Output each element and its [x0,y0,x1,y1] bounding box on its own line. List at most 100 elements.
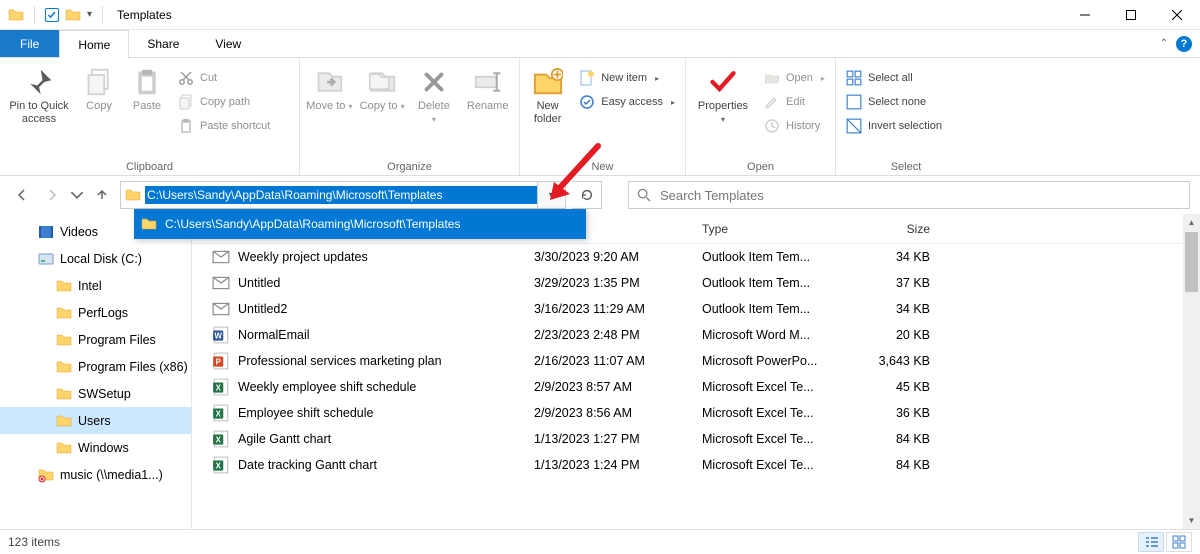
rename-icon [472,66,504,98]
tree-item[interactable]: Windows [0,434,191,461]
maximize-button[interactable] [1108,0,1154,30]
tree-item[interactable]: Local Disk (C:) [0,245,191,272]
help-button[interactable]: ? [1176,36,1192,52]
address-suggestion[interactable]: C:\Users\Sandy\AppData\Roaming\Microsoft… [135,210,585,238]
tab-home[interactable]: Home [59,30,129,58]
mail-icon [212,274,230,292]
file-row[interactable]: Weekly project updates3/30/2023 9:20 AMO… [192,244,1200,270]
cut-button[interactable]: Cut [174,68,274,88]
properties-button[interactable]: Properties▾ [692,62,754,126]
scroll-down-button[interactable]: ▼ [1183,512,1200,529]
tree-item-label: Windows [78,441,129,455]
details-view-button[interactable] [1138,532,1164,552]
rename-button[interactable]: Rename [462,62,513,113]
file-type: Microsoft Excel Te... [692,458,840,472]
tree-item[interactable]: Program Files [0,326,191,353]
file-size: 45 KB [840,380,940,394]
properties-qat-icon[interactable] [45,8,59,22]
edit-button[interactable]: Edit [760,92,829,112]
tree-item[interactable]: PerfLogs [0,299,191,326]
file-size: 20 KB [840,328,940,342]
column-type[interactable]: Type [692,222,840,236]
cut-icon [178,70,194,86]
file-name: Employee shift schedule [238,406,374,420]
large-icons-view-button[interactable] [1166,532,1192,552]
tab-view[interactable]: View [197,30,259,57]
file-type: Microsoft Excel Te... [692,380,840,394]
tab-share[interactable]: Share [129,30,197,57]
address-input[interactable] [145,186,537,204]
paste-shortcut-button[interactable]: Paste shortcut [174,116,274,136]
move-to-button[interactable]: Move to ▾ [306,62,353,113]
history-icon [764,118,780,134]
new-item-button[interactable]: New item▸ [575,68,679,88]
delete-button[interactable]: Delete▾ [412,62,457,126]
select-none-button[interactable]: Select none [842,92,946,112]
file-name: Date tracking Gantt chart [238,458,377,472]
paste-button[interactable]: Paste [126,62,168,113]
collapse-ribbon-button[interactable]: ⌃ [1160,38,1168,49]
tree-item[interactable]: SWSetup [0,380,191,407]
disk-icon [38,251,54,267]
file-size: 34 KB [840,250,940,264]
item-count: 123 items [8,535,60,549]
scrollbar-thumb[interactable] [1185,232,1198,292]
up-button[interactable] [90,183,114,207]
window-title: Templates [117,8,172,22]
file-row[interactable]: Employee shift schedule2/9/2023 8:56 AMM… [192,400,1200,426]
back-button[interactable] [10,183,34,207]
file-row[interactable]: Untitled23/16/2023 11:29 AMOutlook Item … [192,296,1200,322]
invert-selection-button[interactable]: Invert selection [842,116,946,136]
paste-icon [131,66,163,98]
address-dropdown-button[interactable]: ▼ [537,182,565,208]
folder-icon [56,386,72,402]
folder-icon [56,440,72,456]
minimize-button[interactable] [1062,0,1108,30]
forward-button[interactable] [40,183,64,207]
qat-dropdown[interactable]: ▾ [87,9,92,20]
select-none-icon [846,94,862,110]
copy-to-button[interactable]: Copy to ▾ [359,62,406,113]
easy-access-button[interactable]: Easy access▸ [575,92,679,112]
tab-file[interactable]: File [0,30,59,57]
video-icon [38,224,54,240]
copy-path-button[interactable]: Copy path [174,92,274,112]
tree-item[interactable]: Users [0,407,191,434]
file-date: 2/9/2023 8:56 AM [524,406,692,420]
tree-item[interactable]: music (\\media1...) [0,461,191,488]
vertical-scrollbar[interactable]: ▲ ▼ [1183,214,1200,529]
file-row[interactable]: Untitled3/29/2023 1:35 PMOutlook Item Te… [192,270,1200,296]
pin-quick-access-button[interactable]: Pin to Quick access [6,62,72,126]
address-bar[interactable]: ▼ [120,181,566,209]
tree-item[interactable]: Program Files (x86) [0,353,191,380]
select-all-button[interactable]: Select all [842,68,946,88]
file-row[interactable]: NormalEmail2/23/2023 2:48 PMMicrosoft Wo… [192,322,1200,348]
open-button[interactable]: Open▸ [760,68,829,88]
file-row[interactable]: Agile Gantt chart1/13/2023 1:27 PMMicros… [192,426,1200,452]
copy-button[interactable]: Copy [78,62,120,113]
history-button[interactable]: History [760,116,829,136]
file-size: 3,643 KB [840,354,940,368]
file-row[interactable]: Date tracking Gantt chart 1/13/2023 1:24 … [192,452,1200,478]
search-box[interactable]: Search Templates [628,181,1190,209]
recent-locations-button[interactable] [70,183,84,207]
scroll-up-button[interactable]: ▲ [1183,214,1200,231]
tree-item-label: Intel [78,279,102,293]
column-size[interactable]: Size [840,222,940,236]
file-date: 3/16/2023 11:29 AM [524,302,692,316]
qat-separator [102,6,103,24]
close-button[interactable] [1154,0,1200,30]
navigation-pane[interactable]: VideosLocal Disk (C:)IntelPerfLogsProgra… [0,214,192,529]
ppt-icon [212,352,230,370]
tree-item-label: Videos [60,225,98,239]
file-row[interactable]: Professional services marketing plan2/16… [192,348,1200,374]
refresh-button[interactable] [572,181,602,209]
file-row[interactable]: Weekly employee shift schedule2/9/2023 8… [192,374,1200,400]
tree-item[interactable]: Intel [0,272,191,299]
new-item-icon [579,70,595,86]
open-icon [764,70,780,86]
file-date: 1/13/2023 1:24 PM [524,458,692,472]
new-folder-button[interactable]: New folder [526,62,569,126]
file-name: Untitled [238,276,280,290]
file-name: Untitled2 [238,302,287,316]
